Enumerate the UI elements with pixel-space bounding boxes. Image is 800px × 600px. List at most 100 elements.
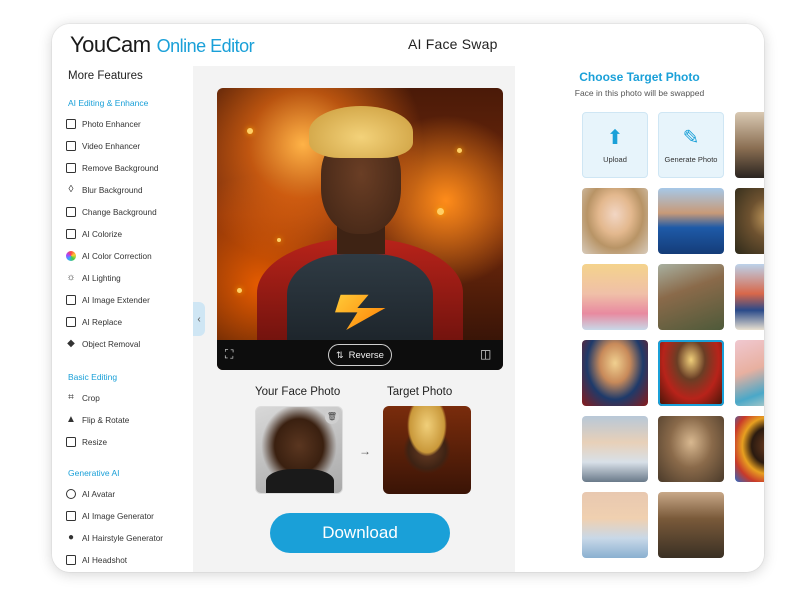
target-photo-option[interactable] bbox=[582, 264, 648, 330]
compare-icon[interactable]: ◫ bbox=[480, 348, 493, 361]
sidebar-item-flip-rotate[interactable]: ▲ Flip & Rotate bbox=[66, 412, 129, 428]
sidebar-item-ai-hairstyle-generator[interactable]: ● AI Hairstyle Generator bbox=[66, 530, 163, 546]
sun-icon: ☼ bbox=[66, 272, 76, 283]
sidebar-item-label: Change Background bbox=[82, 207, 157, 217]
spark bbox=[437, 208, 444, 215]
video-icon bbox=[66, 141, 76, 151]
sidebar-item-label: Resize bbox=[82, 437, 108, 447]
generate-photo-button[interactable]: ✎ Generate Photo bbox=[658, 112, 724, 178]
sidebar-title: More Features bbox=[68, 70, 143, 82]
target-photo-option[interactable] bbox=[582, 340, 648, 406]
upload-label: Upload bbox=[603, 154, 627, 164]
chevron-left-icon: ‹ bbox=[197, 313, 201, 325]
image-icon bbox=[66, 207, 76, 217]
colorize-icon bbox=[66, 229, 76, 239]
your-face-thumbnail[interactable]: 🗑 bbox=[255, 406, 343, 494]
section-basic-editing: Basic Editing bbox=[68, 372, 118, 382]
crop-icon: ⌗ bbox=[68, 392, 74, 403]
sidebar-item-photo-enhancer[interactable]: Photo Enhancer bbox=[66, 116, 141, 132]
avatar-icon bbox=[66, 489, 76, 499]
sidebar-item-label: Crop bbox=[82, 393, 100, 403]
your-face-label: Your Face Photo bbox=[255, 386, 341, 398]
flip-icon: ▲ bbox=[66, 414, 76, 425]
target-photo-option[interactable] bbox=[582, 416, 648, 482]
sidebar-item-label: Flip & Rotate bbox=[82, 415, 130, 425]
sidebar-item-ai-color-correction[interactable]: AI Color Correction bbox=[66, 248, 152, 264]
preview-toolbar: ⛶ ⇅ Reverse ◫ bbox=[217, 340, 503, 370]
spark bbox=[237, 288, 242, 293]
target-panel-subtitle: Face in this photo will be swapped bbox=[574, 88, 705, 98]
target-photo-option[interactable] bbox=[658, 416, 724, 482]
hair bbox=[309, 106, 413, 158]
target-photo-option[interactable] bbox=[658, 188, 724, 254]
target-photo-option[interactable] bbox=[582, 492, 648, 558]
sidebar-item-blur-background[interactable]: ◊ Blur Background bbox=[66, 182, 143, 198]
sidebar-item-label: AI Headshot bbox=[82, 555, 128, 565]
sidebar-item-ai-headshot[interactable]: AI Headshot bbox=[66, 552, 127, 568]
eraser-icon: ◆ bbox=[67, 338, 75, 349]
remove-bg-icon bbox=[66, 163, 76, 173]
color-wheel-icon bbox=[66, 251, 76, 261]
sidebar-item-label: AI Avatar bbox=[82, 489, 116, 499]
target-photo-option-selected[interactable] bbox=[658, 340, 724, 406]
upload-button[interactable]: ⬆ Upload bbox=[582, 112, 648, 178]
sidebar-item-label: AI Image Generator bbox=[82, 511, 154, 521]
page-title: AI Face Swap bbox=[408, 36, 498, 52]
headshot-icon bbox=[66, 555, 76, 565]
sidebar-item-label: AI Color Correction bbox=[82, 251, 152, 261]
target-photo-option[interactable] bbox=[735, 112, 764, 178]
target-photo-option[interactable] bbox=[658, 492, 724, 558]
target-photo-option[interactable] bbox=[582, 188, 648, 254]
sidebar-item-label: Blur Background bbox=[82, 185, 143, 195]
sidebar-item-label: Remove Background bbox=[82, 163, 159, 173]
logo[interactable]: YouCam Online Editor bbox=[70, 32, 255, 58]
replace-icon bbox=[66, 317, 76, 327]
sidebar-item-ai-colorize[interactable]: AI Colorize bbox=[66, 226, 122, 242]
swap-icon: ⇅ bbox=[336, 349, 344, 360]
ai-image-icon bbox=[66, 511, 76, 521]
target-panel-title: Choose Target Photo bbox=[579, 70, 700, 84]
sidebar: More Features AI Editing & Enhance Photo… bbox=[52, 66, 193, 572]
target-photo-option[interactable] bbox=[735, 264, 764, 330]
sidebar-item-change-background[interactable]: Change Background bbox=[66, 204, 157, 220]
sidebar-item-crop[interactable]: ⌗ Crop bbox=[66, 390, 100, 406]
sidebar-item-ai-lighting[interactable]: ☼ AI Lighting bbox=[66, 270, 120, 286]
upload-image-icon: ⬆ bbox=[606, 126, 624, 149]
sidebar-item-label: AI Colorize bbox=[82, 229, 123, 239]
target-photo-option[interactable] bbox=[658, 264, 724, 330]
extend-icon bbox=[66, 295, 76, 305]
fullscreen-icon[interactable]: ⛶ bbox=[225, 348, 238, 361]
sidebar-item-object-removal[interactable]: ◆ Object Removal bbox=[66, 336, 140, 352]
sidebar-item-label: Object Removal bbox=[82, 339, 141, 349]
download-button[interactable]: Download bbox=[270, 513, 450, 553]
sidebar-item-ai-replace[interactable]: AI Replace bbox=[66, 314, 122, 330]
generate-icon: ✎ bbox=[682, 126, 700, 149]
sidebar-item-remove-background[interactable]: Remove Background bbox=[66, 160, 158, 176]
drop-icon: ◊ bbox=[68, 184, 74, 195]
spark bbox=[277, 238, 281, 242]
section-ai-editing: AI Editing & Enhance bbox=[68, 98, 149, 108]
spark bbox=[457, 148, 462, 153]
sidebar-item-video-enhancer[interactable]: Video Enhancer bbox=[66, 138, 140, 154]
target-photo-option[interactable] bbox=[735, 340, 764, 406]
reverse-button[interactable]: ⇅ Reverse bbox=[328, 344, 392, 366]
result-preview: ⛶ ⇅ Reverse ◫ bbox=[217, 88, 503, 370]
target-photo-thumbnail[interactable] bbox=[383, 406, 471, 494]
shirt bbox=[266, 469, 334, 493]
target-photo-option[interactable] bbox=[735, 416, 764, 482]
trash-icon[interactable]: 🗑 bbox=[325, 410, 339, 424]
editor-area: ‹ ⛶ ⇅ Reverse ◫ Your Face Photo Target Ph… bbox=[193, 66, 515, 572]
target-photo-option[interactable] bbox=[735, 188, 764, 254]
collapse-sidebar-button[interactable]: ‹ bbox=[193, 302, 205, 336]
sidebar-item-resize[interactable]: Resize bbox=[66, 434, 107, 450]
reverse-label: Reverse bbox=[348, 349, 384, 361]
generate-label: Generate Photo bbox=[664, 154, 718, 164]
sidebar-item-ai-image-generator[interactable]: AI Image Generator bbox=[66, 508, 154, 524]
logo-product: Online Editor bbox=[156, 36, 255, 56]
sidebar-item-label: Photo Enhancer bbox=[82, 119, 141, 129]
photo-icon bbox=[66, 119, 76, 129]
target-photo-label: Target Photo bbox=[387, 386, 453, 398]
sidebar-item-ai-avatar[interactable]: AI Avatar bbox=[66, 486, 115, 502]
resize-icon bbox=[66, 437, 76, 447]
sidebar-item-ai-image-extender[interactable]: AI Image Extender bbox=[66, 292, 150, 308]
